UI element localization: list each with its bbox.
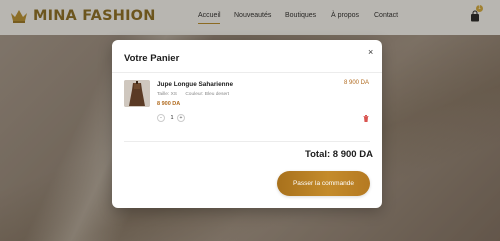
modal-title: Votre Panier [124,53,180,64]
product-name: Jupe Longue Saharienne [157,81,233,88]
divider [124,141,370,142]
cart-modal: Votre Panier × Jupe Longue Saharienne Ta… [112,40,382,208]
trash-icon[interactable] [363,115,369,122]
quantity-increment-button[interactable]: + [177,114,185,122]
product-attributes: Taille: XS Couleur: Bleu desert [157,92,236,97]
product-image [124,80,150,107]
close-button[interactable]: × [368,47,373,57]
product-color: Couleur: Bleu desert [185,92,230,97]
product-size: Taille: XS [157,92,177,97]
cart-total: Total: 8 900 DA [305,149,373,160]
product-thumbnail [124,80,150,107]
quantity-value: 1 [170,115,174,121]
divider [112,72,382,73]
quantity-decrement-button[interactable]: - [157,114,165,122]
checkout-button[interactable]: Passer la commande [277,171,370,196]
product-unit-price: 8 900 DA [157,101,181,107]
product-line-price: 8 900 DA [344,80,370,86]
